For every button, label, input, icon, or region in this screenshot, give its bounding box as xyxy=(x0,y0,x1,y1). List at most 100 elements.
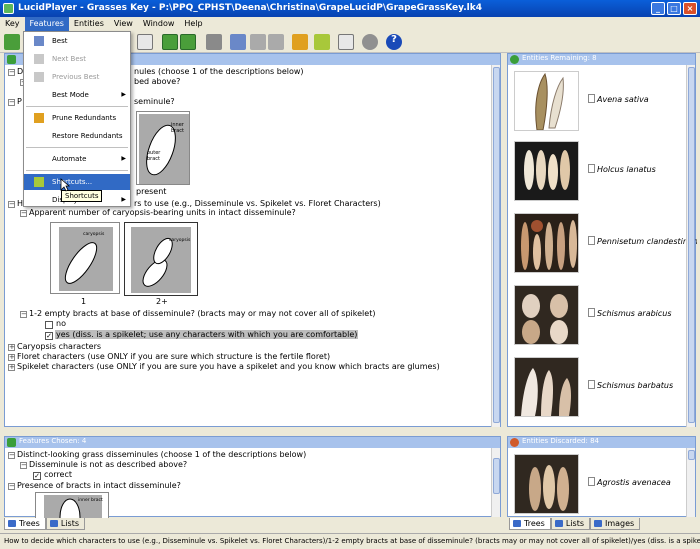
collapse-icon[interactable]: − xyxy=(8,99,15,106)
help-icon[interactable]: ? xyxy=(386,34,402,50)
chosen-node-bracts[interactable]: Presence of bracts in intact disseminule… xyxy=(17,481,181,490)
menu-key[interactable]: Key xyxy=(0,17,25,31)
tree-node-caryopsis-units[interactable]: Apparent number of caryopsis-bearing uni… xyxy=(29,208,296,217)
maximize-button[interactable]: □ xyxy=(667,2,681,15)
menu-item-shortcuts[interactable]: Shortcuts... xyxy=(24,174,130,190)
chosen-scrollbar[interactable] xyxy=(491,448,500,517)
scroll-thumb[interactable] xyxy=(688,450,695,460)
scroll-thumb[interactable] xyxy=(493,67,500,423)
tree-node-floret[interactable]: Floret characters (use ONLY if you are s… xyxy=(17,352,330,361)
menu-item-next-best: Next Best xyxy=(24,51,130,67)
caryopsis-label: caryopsis xyxy=(83,231,105,237)
option-yes[interactable]: yes (diss. is a spikelet; use any charac… xyxy=(55,330,359,339)
submenu-arrow-icon: ▶ xyxy=(121,196,126,203)
tab-images-right[interactable]: Images xyxy=(590,518,641,530)
tree-node-distinct-tail: nules (choose 1 of the descriptions belo… xyxy=(134,67,304,76)
wand-previous-icon[interactable] xyxy=(268,34,284,50)
check-icon xyxy=(7,438,16,447)
tab-trees[interactable]: Trees xyxy=(4,518,46,530)
checklist-icon[interactable] xyxy=(338,34,354,50)
collapse-icon[interactable]: − xyxy=(8,201,15,208)
submenu-arrow-icon: ▶ xyxy=(121,155,126,162)
entities-remaining-panel: Entities Remaining: 8 Avena sativa Holcu… xyxy=(507,53,697,427)
status-bar: How to decide which characters to use (e… xyxy=(0,533,700,549)
tree-node-not-described-tail: bed above? xyxy=(134,77,181,86)
menu-item-restore-redundants[interactable]: Restore Redundants xyxy=(24,128,130,144)
menu-help[interactable]: Help xyxy=(179,17,207,31)
minimize-button[interactable]: _ xyxy=(651,2,665,15)
scroll-thumb[interactable] xyxy=(493,458,500,494)
menu-view[interactable]: View xyxy=(109,17,138,31)
collapse-icon[interactable]: − xyxy=(8,452,15,459)
menu-features[interactable]: Features xyxy=(24,17,69,31)
features-chosen-panel: Features Chosen: 4 − Distinct-looking gr… xyxy=(4,436,501,518)
image-icon[interactable] xyxy=(162,34,178,50)
present-image[interactable]: inner bract outer bract xyxy=(136,111,190,185)
tree-node-spikelet[interactable]: Spikelet characters (use ONLY if you are… xyxy=(17,362,440,371)
no-checkbox[interactable] xyxy=(45,321,53,329)
discarded-list: Agrostis avenacea xyxy=(508,448,697,518)
list-icon[interactable] xyxy=(137,34,153,50)
restart-icon[interactable] xyxy=(4,34,20,50)
chosen-bracts-image[interactable]: inner bract xyxy=(35,492,109,518)
discarded-icon xyxy=(510,438,519,447)
tree-node-bracts[interactable]: P xyxy=(17,97,22,106)
entity-item[interactable]: Schismus arabicus xyxy=(508,279,690,346)
scroll-thumb[interactable] xyxy=(688,67,695,423)
features-menu: Best Next Best Previous Best Best Mode ▶… xyxy=(23,31,131,207)
tree-node-empty-bracts[interactable]: 1-2 empty bracts at base of disseminule?… xyxy=(29,309,375,318)
discarded-scrollbar[interactable] xyxy=(686,448,695,517)
collapse-icon[interactable]: − xyxy=(20,210,27,217)
collapse-icon[interactable]: − xyxy=(20,311,27,318)
entity-item[interactable]: Avena sativa xyxy=(508,65,690,132)
menu-separator xyxy=(26,147,128,148)
expand-icon[interactable]: + xyxy=(8,364,15,371)
yes-checkbox[interactable]: ✓ xyxy=(45,332,53,340)
chosen-option-correct[interactable]: correct xyxy=(44,470,72,479)
collapse-icon[interactable]: − xyxy=(8,69,15,76)
tree-node-caryopsis[interactable]: Caryopsis characters xyxy=(17,342,101,351)
settings-icon[interactable] xyxy=(362,34,378,50)
tab-lists[interactable]: Lists xyxy=(45,518,85,530)
shortcut-icon[interactable] xyxy=(314,34,330,50)
entity-item[interactable]: Agrostis avenacea xyxy=(508,448,690,515)
entity-thumbnail xyxy=(514,285,579,345)
entity-thumbnail xyxy=(514,454,579,514)
scissors-icon xyxy=(34,113,44,123)
entities-discarded-panel: Entities Discarded: 84 Agrostis avenacea xyxy=(507,436,696,517)
close-button[interactable]: × xyxy=(683,2,697,15)
option-no[interactable]: no xyxy=(56,319,66,328)
menu-item-best[interactable]: Best xyxy=(24,33,130,49)
features-scrollbar[interactable] xyxy=(491,65,500,427)
menu-entities[interactable]: Entities xyxy=(69,17,109,31)
chosen-node-not-described[interactable]: Disseminule is not as described above? xyxy=(29,460,187,469)
entity-name: Schismus arabicus xyxy=(588,308,672,318)
present-label: present xyxy=(136,187,167,196)
wand-icon[interactable] xyxy=(230,34,246,50)
entity-item[interactable]: Pennisetum clandestinum xyxy=(508,207,697,274)
expand-icon[interactable]: + xyxy=(8,344,15,351)
wand-next-icon[interactable] xyxy=(250,34,266,50)
tag-icon[interactable] xyxy=(206,34,222,50)
tab-trees-right[interactable]: Trees xyxy=(509,518,551,530)
prune-icon[interactable] xyxy=(292,34,308,50)
svg-text:bract: bract xyxy=(147,156,160,162)
two-plus-unit-image[interactable]: caryopsis xyxy=(124,222,198,296)
chosen-node-distinct[interactable]: Distinct-looking grass disseminules (cho… xyxy=(17,450,306,459)
window-title: LucidPlayer - Grasses Key - P:\PPQ_CPHST… xyxy=(18,3,482,13)
tab-lists-right[interactable]: Lists xyxy=(550,518,590,530)
expand-icon[interactable]: + xyxy=(8,354,15,361)
entity-item[interactable]: Schismus barbatus xyxy=(508,351,690,418)
collapse-icon[interactable]: − xyxy=(20,462,27,469)
entities-scrollbar[interactable] xyxy=(686,65,695,427)
menu-window[interactable]: Window xyxy=(138,17,180,31)
entity-item[interactable]: Holcus lanatus xyxy=(508,135,690,202)
menu-item-automate[interactable]: Automate ▶ xyxy=(24,151,130,167)
image-check-icon[interactable] xyxy=(180,34,196,50)
correct-checkbox[interactable]: ✓ xyxy=(33,472,41,480)
wand-icon xyxy=(34,36,44,46)
collapse-icon[interactable]: − xyxy=(8,483,15,490)
menu-item-prune-redundants[interactable]: Prune Redundants xyxy=(24,110,130,126)
one-unit-image[interactable]: caryopsis xyxy=(50,222,120,294)
menu-item-best-mode[interactable]: Best Mode ▶ xyxy=(24,87,130,103)
